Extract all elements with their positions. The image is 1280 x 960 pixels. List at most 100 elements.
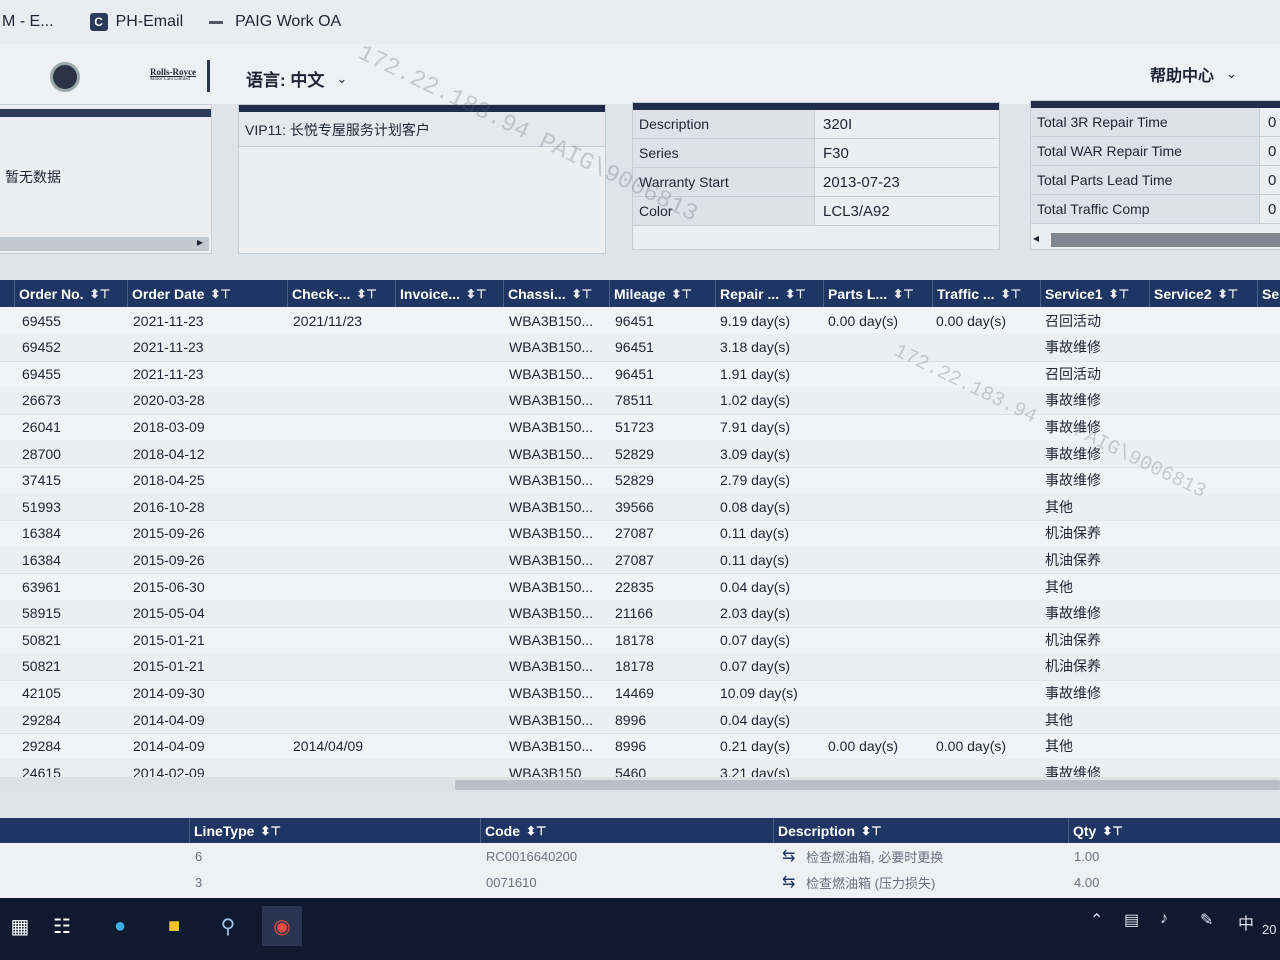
sort-filter-icon[interactable]: ⬍⊤ — [356, 287, 377, 301]
column-header[interactable]: Qty ⬍⊤ — [1068, 818, 1280, 843]
cell-service1: 其他 — [1045, 738, 1073, 755]
sort-filter-icon[interactable]: ⬍⊤ — [893, 287, 914, 301]
scroll-left-arrow-icon[interactable]: ◂ — [1033, 231, 1039, 245]
table-row[interactable]: 29284 2014-04-09 WBA3B150... 8996 0.04 day(s… — [0, 706, 1280, 734]
column-header[interactable]: Description ⬍⊤ — [773, 818, 1073, 843]
line-row[interactable]: 6 RC0016640200 ⇆ 检查燃油箱, 必要时更换 1.00 — [0, 843, 1280, 869]
column-header[interactable]: Chassi... ⬍⊤ — [503, 280, 609, 307]
cell-chassis: WBA3B150... — [509, 392, 594, 409]
table-row[interactable]: 29284 2014-04-09 2014/04/09 WBA3B150... 8996… — [0, 733, 1280, 761]
volume-icon[interactable]: ♪ — [1160, 910, 1168, 928]
column-header[interactable]: Traffic ... ⬍⊤ — [932, 280, 1040, 307]
tab-me[interactable]: M - E... — [2, 13, 54, 31]
sort-filter-icon[interactable]: ⬍⊤ — [526, 824, 547, 838]
table-row[interactable]: 58915 2015-05-04 WBA3B150... 21166 2.03 day(… — [0, 599, 1280, 628]
column-header-label: Parts L... — [828, 285, 888, 302]
sort-filter-icon[interactable]: ⬍⊤ — [572, 287, 593, 301]
table-row[interactable]: 24615 2014-02-09 WBA3B150 5460 3.21 day(s) 事故… — [0, 759, 1280, 777]
table-row[interactable]: 16384 2015-09-26 WBA3B150... 27087 0.11 day(… — [0, 546, 1280, 575]
column-header[interactable]: Mileage ⬍⊤ — [609, 280, 715, 307]
table-row[interactable]: 37415 2018-04-25 WBA3B150... 52829 2.79 day(… — [0, 467, 1280, 495]
vehicle-info-value: 2013-07-23 — [823, 173, 900, 191]
column-header-label: Description — [778, 822, 856, 839]
cell-mileage: 52829 — [615, 472, 654, 489]
cell-repair: 3.09 day(s) — [720, 445, 791, 462]
sort-filter-icon[interactable]: ⬍⊤ — [260, 824, 281, 838]
table-row[interactable]: 69452 2021-11-23 WBA3B150... 96451 3.18 day(… — [0, 333, 1280, 362]
table-row[interactable]: 50821 2015-01-21 WBA3B150... 18178 0.07 day(… — [0, 652, 1280, 681]
table-row[interactable]: 42105 2014-09-30 WBA3B150... 14469 10.09 day… — [0, 679, 1280, 708]
sort-filter-icon[interactable]: ⬍⊤ — [671, 287, 692, 301]
sort-filter-icon[interactable]: ⬍⊤ — [90, 287, 111, 301]
clock[interactable]: 20 — [1262, 922, 1276, 937]
search-app-icon[interactable]: ⚲ — [208, 906, 248, 946]
tab-paig-work-oa[interactable]: PAIG Work OA — [209, 13, 341, 31]
network-icon[interactable]: ▤ — [1124, 910, 1139, 930]
column-header[interactable]: Order Date ⬍⊤ — [127, 280, 287, 307]
column-header[interactable]: Parts L... ⬍⊤ — [823, 280, 932, 307]
chevron-up-icon[interactable]: ⌃ — [1090, 910, 1103, 930]
line-row[interactable]: 3 0071610 ⇆ 检查燃油箱 (压力损失) 4.00 — [0, 869, 1280, 895]
sort-filter-icon[interactable]: ⬍⊤ — [1102, 824, 1123, 838]
tab-ph-email[interactable]: C PH-Email — [89, 13, 183, 31]
task-view-icon[interactable]: ☷ — [42, 906, 82, 946]
pen-icon[interactable]: ✎ — [1200, 910, 1213, 930]
rolls-royce-logo-icon: Rolls-Royce Motor Cars Limited — [150, 68, 196, 83]
scroll-right-arrow-icon[interactable]: ▸ — [197, 235, 203, 249]
cell-date: 2015-09-26 — [133, 551, 205, 568]
sort-filter-icon[interactable]: ⬍⊤ — [1001, 287, 1022, 301]
column-header[interactable]: Order No. ⬍⊤ — [14, 280, 127, 307]
sort-filter-icon[interactable]: ⬍⊤ — [785, 287, 806, 301]
column-header[interactable]: Service1 ⬍⊤ — [1040, 280, 1149, 307]
ime-indicator[interactable]: 中 — [1238, 910, 1254, 934]
column-header[interactable]: Se — [1257, 280, 1280, 307]
column-header[interactable]: Invoice... ⬍⊤ — [395, 280, 503, 307]
language-selector[interactable]: 语言: 中文 ⌄ — [246, 66, 347, 91]
column-header-label: Traffic ... — [937, 285, 995, 302]
transfer-icon[interactable]: ⇆ — [782, 843, 795, 869]
left-panel-scrollbar[interactable] — [0, 237, 209, 251]
vehicle-info-row: Series F30 — [633, 139, 999, 168]
table-row[interactable]: 28700 2018-04-12 WBA3B150... 52829 3.09 day(… — [0, 440, 1280, 468]
table-row[interactable]: 63961 2015-06-30 WBA3B150... 22835 0.04 day(… — [0, 573, 1280, 601]
column-header[interactable]: LineType ⬍⊤ — [189, 818, 485, 843]
column-header[interactable]: Code ⬍⊤ — [480, 818, 778, 843]
sort-filter-icon[interactable]: ⬍⊤ — [1218, 287, 1239, 301]
scrollbar-thumb[interactable] — [455, 780, 1280, 790]
column-header[interactable]: Service2 ⬍⊤ — [1149, 280, 1257, 307]
cell-date: 2021-11-23 — [133, 312, 204, 329]
totals-scrollbar[interactable] — [1051, 233, 1280, 247]
sort-filter-icon[interactable]: ⬍⊤ — [466, 287, 487, 301]
help-center-menu[interactable]: 帮助中心 ⌄ — [1150, 62, 1237, 86]
column-header[interactable]: Repair ... ⬍⊤ — [715, 280, 823, 307]
table-row[interactable]: 16384 2015-09-26 WBA3B150... 27087 0.11 day(… — [0, 520, 1280, 548]
edge-browser-icon[interactable]: ● — [100, 906, 140, 946]
dash-icon — [209, 20, 224, 24]
start-icon[interactable]: ▦ — [0, 906, 40, 946]
column-header[interactable]: Check-... ⬍⊤ — [287, 280, 395, 307]
cell-repair: 0.07 day(s) — [720, 658, 791, 675]
orders-horizontal-scrollbar[interactable] — [0, 777, 1280, 793]
panel-header-bar — [0, 109, 211, 117]
table-row[interactable]: 69455 2021-11-23 2021/11/23 WBA3B150... 9645… — [0, 307, 1280, 335]
chrome-icon[interactable]: ◉ — [262, 906, 302, 946]
sort-filter-icon[interactable]: ⬍⊤ — [1109, 287, 1130, 301]
sort-filter-icon[interactable]: ⬍⊤ — [861, 824, 882, 838]
cell-order-no: 16384 — [22, 525, 61, 542]
file-explorer-icon[interactable]: ■ — [154, 906, 194, 946]
chevron-down-icon: ⌄ — [336, 70, 348, 86]
table-row[interactable]: 26041 2018-03-09 WBA3B150... 51723 7.91 day(… — [0, 413, 1280, 442]
table-row[interactable]: 51993 2016-10-28 WBA3B150... 39566 0.08 day(… — [0, 493, 1280, 522]
table-row[interactable]: 26673 2020-03-28 WBA3B150... 78511 1.02 day(… — [0, 386, 1280, 415]
table-row[interactable]: 69455 2021-11-23 WBA3B150... 96451 1.91 day(… — [0, 360, 1280, 389]
sort-filter-icon[interactable]: ⬍⊤ — [210, 287, 231, 301]
line-type: 6 — [195, 848, 203, 864]
line-description: 检查燃油箱 (压力损失) — [806, 875, 936, 891]
campaign-item[interactable]: VIP11: 长悦专屋服务计划客户 — [239, 112, 605, 147]
table-row[interactable]: 50821 2015-01-21 WBA3B150... 18178 0.07 day(… — [0, 626, 1280, 655]
cell-order-no: 69455 — [22, 365, 61, 382]
transfer-icon[interactable]: ⇆ — [782, 869, 795, 895]
cell-service1: 事故维修 — [1045, 339, 1101, 356]
vehicle-info-key: Warranty Start — [633, 168, 815, 196]
cell-order-no: 29284 — [22, 738, 61, 755]
